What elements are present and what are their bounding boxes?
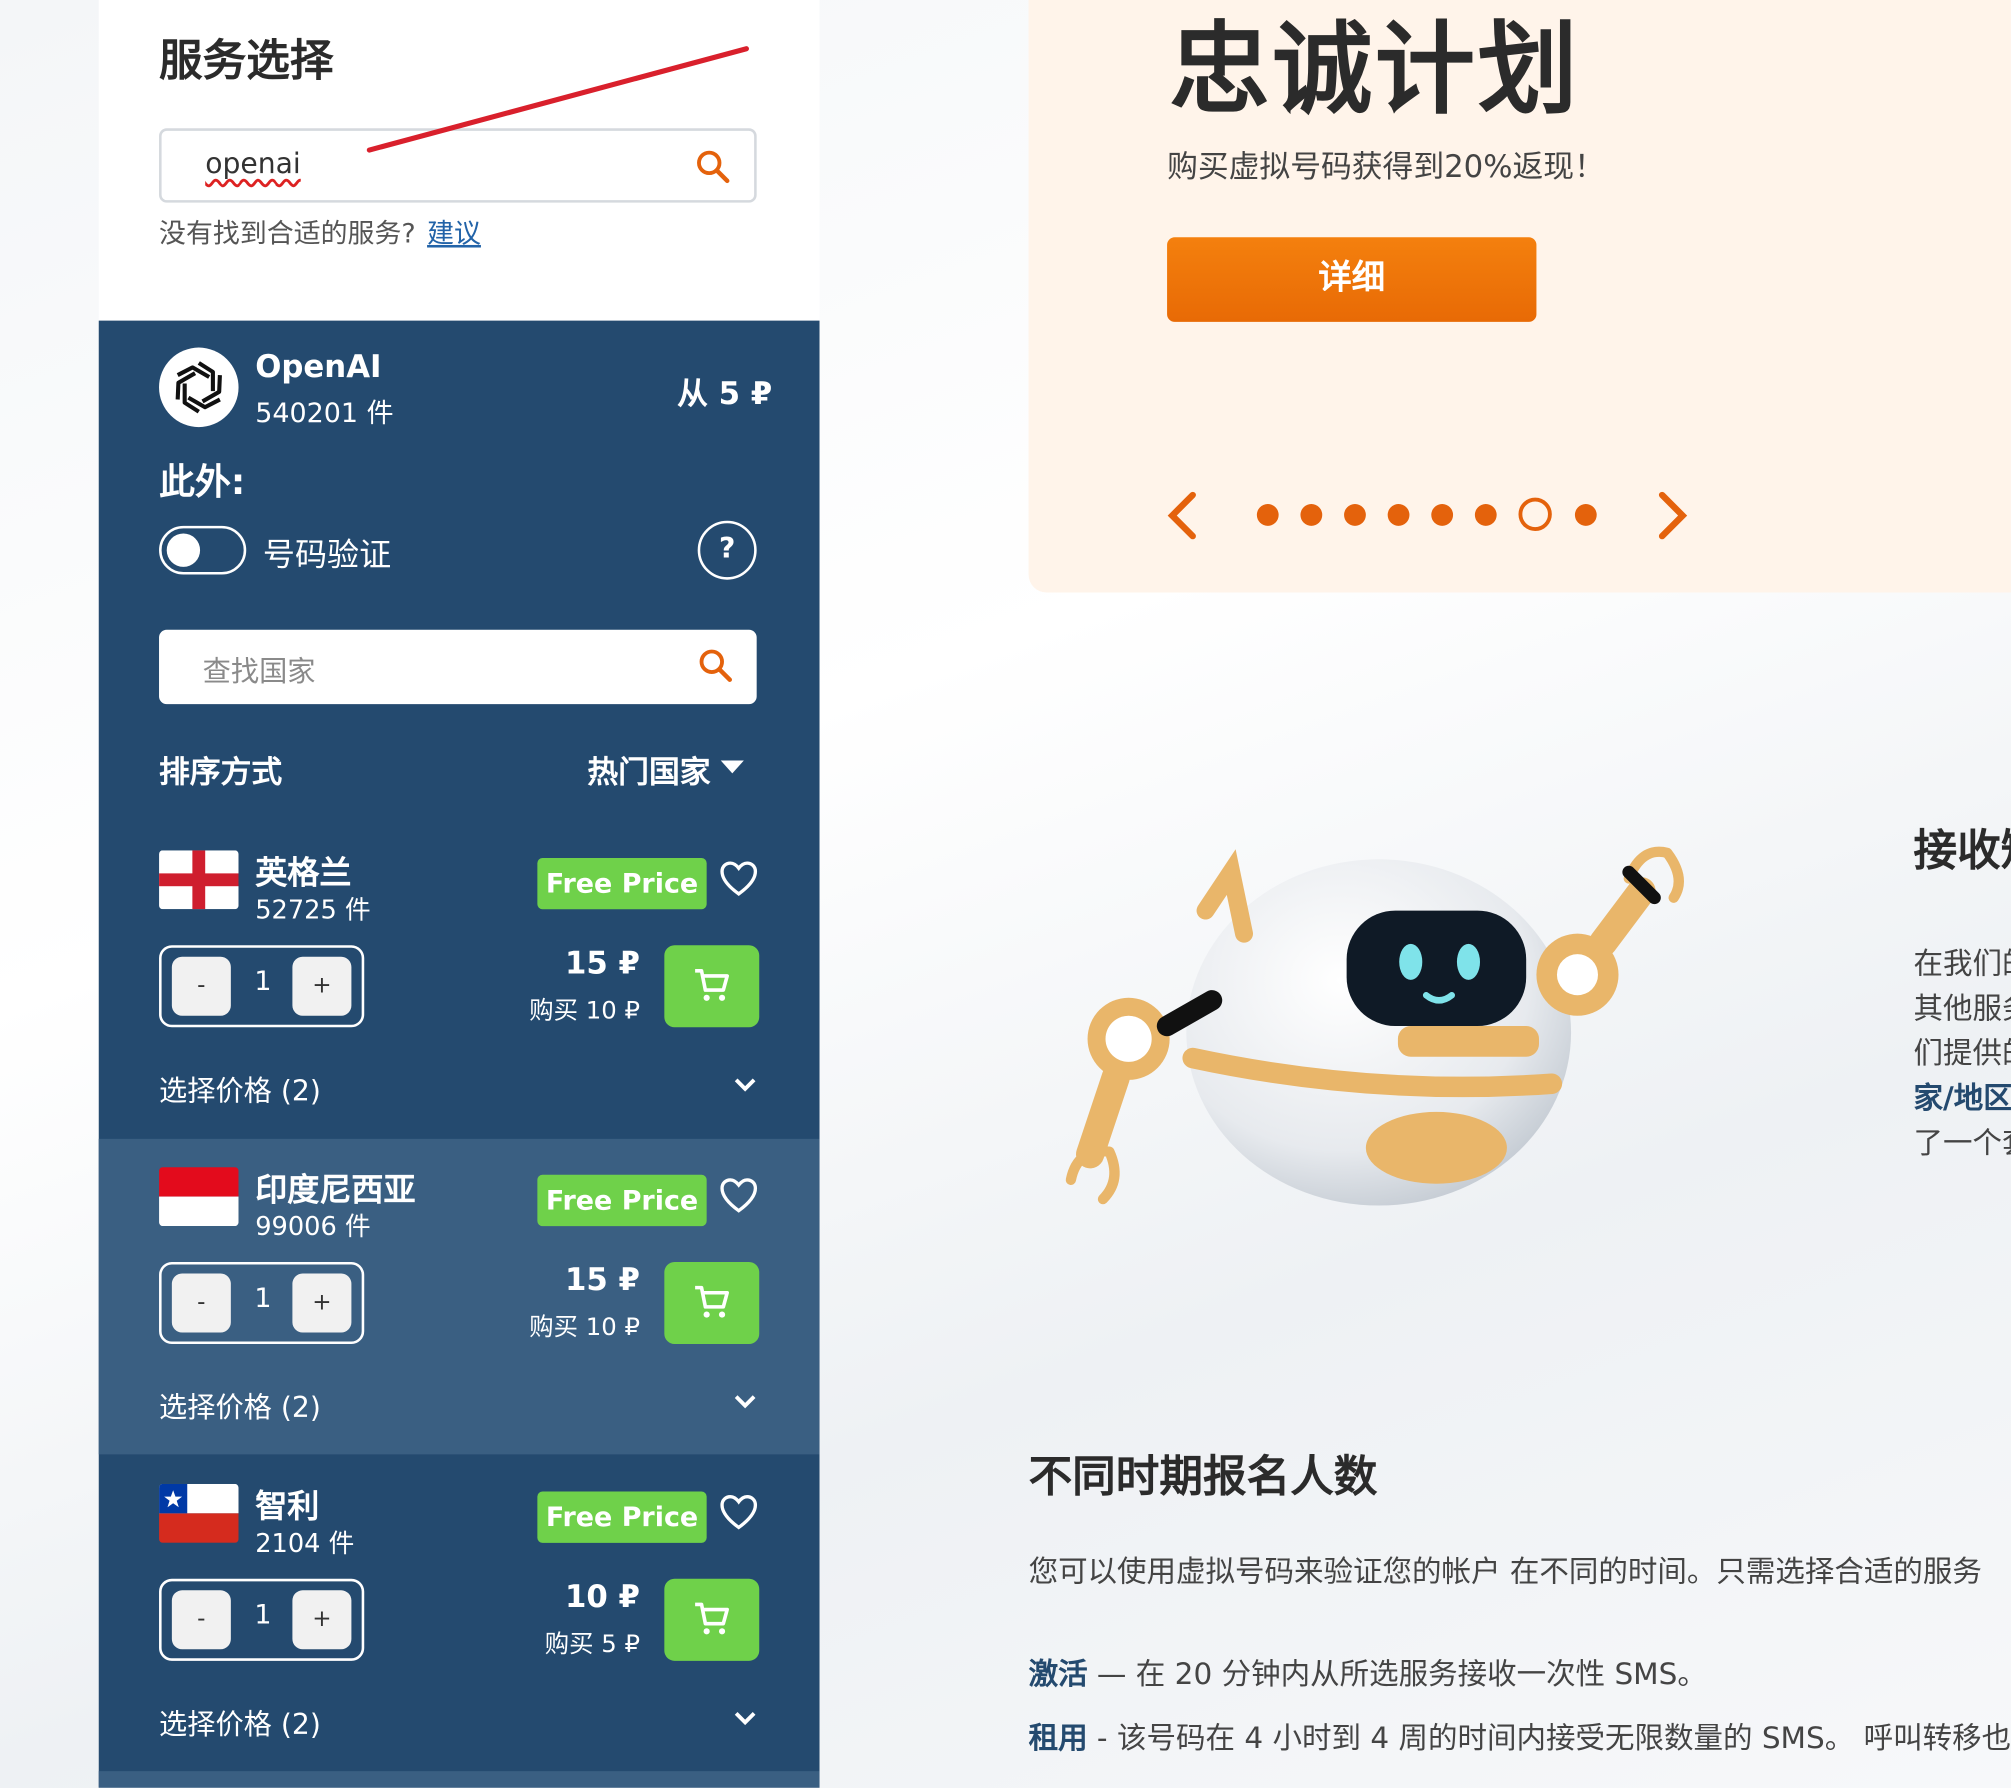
country-name: 印度尼西亚 <box>255 1170 416 1209</box>
rent-text: - 该号码在 4 小时到 4 周的时间内接受无限数量的 SMS。 呼叫转移也 <box>1087 1722 2011 1756</box>
decrement-button[interactable]: - <box>171 1590 231 1650</box>
period-description: 您可以使用虚拟号码来验证您的帐户 在不同的时间。只需选择合适的服务 <box>1028 1555 1982 1590</box>
carousel-dot[interactable] <box>1256 504 1279 526</box>
heart-icon[interactable] <box>719 1177 758 1213</box>
country-price: 15 ₽ <box>565 1261 640 1298</box>
service-count: 540201 件 <box>255 397 394 429</box>
sort-label: 排序方式 <box>159 754 283 791</box>
receive-section-title: 接收短 <box>1913 825 2010 878</box>
indonesia-flag-icon <box>159 1167 239 1227</box>
quantity-stepper: - 1 + <box>159 1578 365 1661</box>
decrement-button[interactable]: - <box>171 1273 231 1333</box>
increment-button[interactable]: + <box>292 1590 352 1650</box>
robot-illustration <box>1065 846 1684 1206</box>
cart-icon <box>695 1285 729 1318</box>
country-count: 2104 件 <box>255 1527 355 1559</box>
openai-logo-icon <box>159 347 239 428</box>
quantity-stepper: - 1 + <box>159 1261 365 1345</box>
carousel-dot[interactable] <box>1300 504 1323 526</box>
country-count: 99006 件 <box>255 1210 371 1242</box>
chevron-down-icon[interactable] <box>732 1393 758 1411</box>
receive-text-line: 们提供的 <box>1913 1037 2010 1071</box>
country-search-placeholder: 查找国家 <box>202 656 316 689</box>
suggest-link[interactable]: 建议 <box>427 213 481 251</box>
receive-text-line: 其他服务 <box>1913 992 2010 1026</box>
country-price: 10 ₽ <box>565 1578 640 1615</box>
chevron-left-icon[interactable] <box>1162 487 1200 543</box>
buy-price: 购买 10 ₽ <box>529 996 640 1025</box>
carousel-dot[interactable] <box>1431 504 1454 526</box>
promo-title: 忠诚计划 <box>1169 12 1581 129</box>
caret-down-icon[interactable] <box>720 760 744 774</box>
increment-button[interactable]: + <box>292 1273 352 1333</box>
service-search-value: openai <box>205 148 301 181</box>
choose-price-toggle[interactable]: 选择价格 (2) <box>159 1068 321 1109</box>
activation-text: — 在 20 分钟内从所选服务接收一次性 SMS。 <box>1087 1658 1707 1692</box>
chile-flag-icon <box>159 1483 239 1543</box>
country-name: 英格兰 <box>255 854 352 892</box>
toggle-knob <box>166 533 201 567</box>
not-found-text: 没有找到合适的服务? <box>159 218 416 249</box>
heart-icon[interactable] <box>719 861 758 897</box>
increment-button[interactable]: + <box>292 956 352 1016</box>
free-price-badge[interactable]: Free Price <box>537 1174 707 1227</box>
carousel-dot[interactable] <box>1518 497 1552 531</box>
rent-line: 租用 - 该号码在 4 小时到 4 周的时间内接受无限数量的 SMS。 呼叫转移… <box>1029 1713 2011 1757</box>
period-section-title: 不同时期报名人数 <box>1028 1451 1378 1504</box>
cart-icon <box>695 969 729 1001</box>
choose-price-toggle[interactable]: 选择价格 (2) <box>159 1385 321 1426</box>
carousel-dot[interactable] <box>1574 504 1597 526</box>
countries-link[interactable]: 家/地区 <box>1913 1073 2010 1117</box>
quantity-stepper: - 1 + <box>159 945 365 1028</box>
country-price: 15 ₽ <box>565 945 640 982</box>
chevron-down-icon[interactable] <box>732 1076 758 1094</box>
service-name: OpenAI <box>255 348 382 385</box>
england-flag-icon <box>159 850 239 910</box>
help-button[interactable]: ? <box>697 520 757 580</box>
promo-subtitle: 购买虚拟号码获得到20%返现！ <box>1167 148 1605 185</box>
quantity-value[interactable]: 1 <box>246 966 279 997</box>
number-verify-label: 号码验证 <box>262 536 392 574</box>
chevron-right-icon[interactable] <box>1654 487 1692 543</box>
country-row-chile: 智利 2104 件 Free Price - 1 + 10 ₽ 购买 5 ₽ 选… <box>99 1456 820 1771</box>
country-name: 智利 <box>255 1487 320 1525</box>
promo-details-button[interactable]: 详细 <box>1167 237 1537 322</box>
carousel-dot[interactable] <box>1474 504 1497 526</box>
add-to-cart-button[interactable] <box>664 945 760 1028</box>
extra-options-title: 此外: <box>159 460 246 503</box>
buy-price: 购买 5 ₽ <box>544 1630 640 1659</box>
carousel-dot[interactable] <box>1387 504 1410 526</box>
country-row-england: 英格兰 52725 件 Free Price - 1 + 15 ₽ 购买 10 … <box>99 822 820 1137</box>
free-price-badge[interactable]: Free Price <box>537 857 707 910</box>
buy-price: 购买 10 ₽ <box>529 1313 640 1342</box>
activation-label: 激活 <box>1028 1658 1088 1692</box>
cart-icon <box>695 1602 729 1635</box>
country-row-next <box>98 1771 820 1788</box>
service-select-title: 服务选择 <box>159 35 334 88</box>
add-to-cart-button[interactable] <box>664 1578 760 1661</box>
sort-dropdown[interactable]: 热门国家 <box>587 746 710 791</box>
activation-line: 激活 — 在 20 分钟内从所选服务接收一次性 SMS。 <box>1029 1649 1707 1693</box>
quantity-value[interactable]: 1 <box>246 1283 279 1314</box>
country-search-input[interactable]: 查找国家 <box>159 629 757 705</box>
free-price-badge[interactable]: Free Price <box>537 1491 707 1543</box>
add-to-cart-button[interactable] <box>664 1261 760 1345</box>
choose-price-toggle[interactable]: 选择价格 (2) <box>159 1702 321 1743</box>
rent-label: 租用 <box>1028 1722 1088 1756</box>
country-row-indonesia: 印度尼西亚 99006 件 Free Price - 1 + 15 ₽ 购买 1… <box>98 1138 820 1455</box>
search-icon[interactable] <box>698 648 734 684</box>
heart-icon[interactable] <box>719 1494 758 1530</box>
carousel-dot[interactable] <box>1344 504 1366 526</box>
annotation-red-line <box>366 46 749 153</box>
number-verify-toggle[interactable] <box>159 525 247 575</box>
service-price-from: 从 5 ₽ <box>677 375 773 412</box>
decrement-button[interactable]: - <box>171 956 231 1016</box>
country-count: 52725 件 <box>255 893 371 925</box>
quantity-value[interactable]: 1 <box>246 1599 279 1630</box>
receive-text-line: 在我们的 <box>1913 947 2010 982</box>
receive-text-line: 了一个套 <box>1913 1127 2010 1161</box>
chevron-down-icon[interactable] <box>732 1710 758 1728</box>
